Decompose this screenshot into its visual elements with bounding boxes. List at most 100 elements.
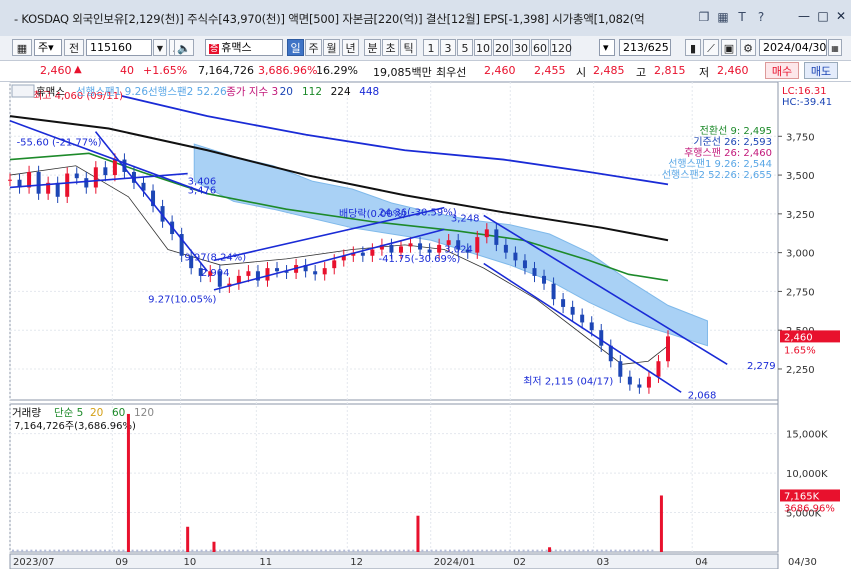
save-icon[interactable]: ▣: [721, 39, 737, 56]
candle-body: [532, 268, 537, 276]
period-button-3[interactable]: 년: [342, 39, 359, 56]
price-change-pct: +1.65%: [143, 64, 188, 77]
period-button-0[interactable]: 일: [287, 39, 304, 56]
price-legend-item: 224: [331, 86, 351, 98]
settings-icon[interactable]: ⚙: [740, 39, 756, 56]
bar-indicator-icon[interactable]: ▮: [685, 39, 701, 56]
volume-bar: [44, 549, 47, 552]
volume-bar: [260, 549, 263, 552]
volume-spike-bar: [212, 541, 216, 552]
period-button-4[interactable]: 분: [364, 39, 381, 56]
ask-price: 2,460: [484, 64, 516, 77]
volume-bar: [53, 549, 56, 552]
volume-ratio: 3,686.96%: [258, 64, 318, 77]
volume-bar: [444, 549, 447, 552]
candle-body: [389, 244, 394, 253]
interval-button-5[interactable]: 5: [457, 39, 473, 56]
volume-bar: [251, 549, 254, 552]
interval-button-10[interactable]: 10: [474, 39, 492, 56]
volume-bar: [278, 549, 281, 552]
volume-bar: [495, 549, 497, 552]
interval-button-30[interactable]: 30: [512, 39, 530, 56]
grid-icon[interactable]: ▦: [12, 39, 32, 56]
sell-button[interactable]: 매도: [804, 62, 838, 79]
volume-bar: [605, 549, 608, 552]
price-tick-label: 3,500: [786, 171, 815, 182]
text-icon[interactable]: T: [735, 10, 749, 24]
candle-body: [427, 249, 432, 253]
stock-code-input[interactable]: 115160: [86, 39, 152, 56]
volume-bar: [76, 549, 79, 552]
trend-icon[interactable]: ⟋: [703, 39, 719, 56]
volume-bar: [39, 549, 42, 552]
volume-bar: [596, 549, 599, 552]
date-input[interactable]: 2024/04/30: [759, 39, 827, 56]
help-icon[interactable]: ?: [754, 10, 768, 24]
interval-button-120[interactable]: 120: [550, 39, 572, 56]
volume-bar: [94, 549, 97, 552]
type-select[interactable]: 주▾: [34, 39, 62, 56]
period-button-1[interactable]: 주: [305, 39, 322, 56]
volume-bar: [642, 549, 645, 552]
calendar-icon[interactable]: ▦: [828, 39, 842, 56]
stock-info-text: - KOSDAQ 외국인보유[2,129(천)] 주식수[43,970(천)] …: [14, 12, 645, 26]
x-tick-label: 10: [184, 557, 197, 568]
interval-button-3[interactable]: 3: [440, 39, 456, 56]
interval-button-60[interactable]: 60: [531, 39, 549, 56]
interval-button-20[interactable]: 20: [493, 39, 511, 56]
candle-body: [418, 243, 423, 250]
data-counter: 213/625: [619, 39, 671, 56]
volume-bar: [504, 549, 507, 552]
candle-body: [513, 252, 518, 261]
best-price-label: 최우선: [436, 66, 467, 79]
x-tick-label: 2024/01: [434, 557, 476, 568]
ichimoku-value: 후행스팬 26: 2,460: [684, 147, 772, 159]
volume-bar: [232, 549, 235, 552]
low-price: 2,460: [717, 64, 749, 77]
price-change: 40: [120, 64, 134, 77]
maximize-icon[interactable]: □: [816, 9, 830, 23]
x-tick-label: 11: [259, 557, 272, 568]
volume-legend-item: 단순 5: [54, 407, 83, 419]
lc-value: LC:16.31: [782, 86, 827, 97]
interval-button-1[interactable]: 1: [423, 39, 439, 56]
chart-annotation: 3,248: [451, 214, 480, 225]
jeon-button[interactable]: 전: [64, 39, 84, 56]
volume-bar: [610, 549, 612, 552]
volume-bar: [205, 549, 208, 552]
period-button-5[interactable]: 초: [382, 39, 399, 56]
layout-icon[interactable]: ▦: [716, 10, 730, 24]
minimize-icon[interactable]: —: [797, 9, 811, 23]
stock-chart[interactable]: 3,7503,5003,2503,0002,7502,5002,25015,00…: [0, 82, 851, 569]
low-label: 저: [699, 66, 710, 79]
volume-bar: [246, 549, 249, 552]
stock-name-field[interactable]: 증 휴맥스: [205, 39, 283, 56]
period-button-6[interactable]: 틱: [400, 39, 417, 56]
price-panel: [9, 82, 779, 401]
candle-body: [570, 306, 575, 315]
volume-bar: [301, 549, 304, 552]
volume-bar: [403, 549, 405, 552]
close-icon[interactable]: ✕: [834, 9, 848, 23]
window-icon[interactable]: ❐: [697, 10, 711, 24]
chart-annotation: 2,279: [747, 361, 776, 372]
speaker-icon[interactable]: 🔈: [174, 39, 194, 56]
volume-bar: [536, 549, 539, 552]
candle-body: [103, 167, 108, 176]
candle-body: [65, 173, 70, 197]
code-dropdown-icon[interactable]: ▼: [153, 39, 167, 56]
interval-dropdown[interactable]: ▾: [599, 39, 615, 56]
volume-bar: [12, 549, 14, 552]
candle-body: [637, 384, 642, 388]
period-button-2[interactable]: 월: [323, 39, 340, 56]
chart-annotation: 3,024: [444, 245, 473, 256]
volume-tick-label: 10,000K: [786, 469, 828, 480]
candle-body: [666, 336, 670, 362]
buy-button[interactable]: 매수: [765, 62, 799, 79]
candle-body: [627, 376, 632, 385]
price-tick-label: 2,750: [786, 287, 815, 298]
volume-bar: [168, 549, 171, 552]
candle-body: [484, 229, 489, 238]
price-legend-item: 선행스팬2 52.26: [148, 86, 227, 98]
volume-legend-item: 20: [90, 407, 103, 419]
